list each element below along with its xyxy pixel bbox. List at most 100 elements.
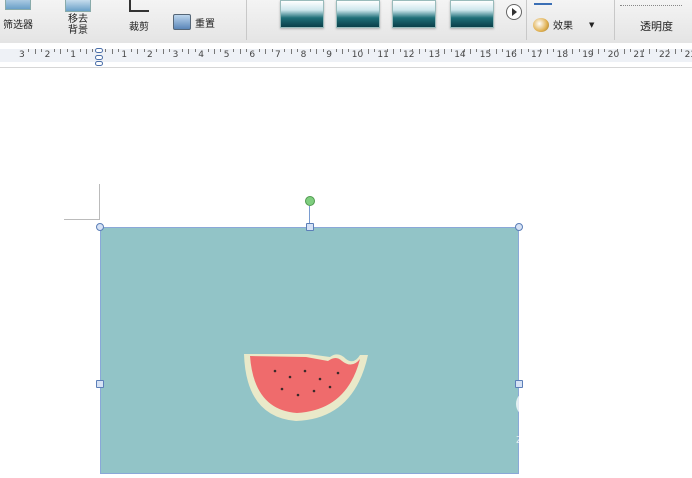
ruler-tick <box>463 49 465 52</box>
ruler-tick <box>566 49 567 52</box>
ruler-number: 3 <box>19 50 25 60</box>
transparency-slider[interactable] <box>620 5 682 7</box>
crop-icon <box>129 0 149 12</box>
reset-label: 重置 <box>195 18 215 30</box>
ruler-number: 2 <box>44 50 51 60</box>
ruler-number: 2 <box>147 50 153 60</box>
remove-background-button[interactable]: 移去 背景 <box>60 0 96 36</box>
ruler-tick <box>297 49 299 52</box>
chevron-down-icon: ▼ <box>589 20 595 29</box>
ruler-tick <box>233 49 235 52</box>
ruler-tick <box>28 49 30 52</box>
ruler-tick <box>60 49 62 54</box>
ruler-tick <box>182 49 183 52</box>
effects-icon <box>533 17 549 32</box>
crop-label: 裁剪 <box>129 22 149 33</box>
ruler-tick <box>470 49 471 54</box>
ruler-tick <box>553 49 555 52</box>
ruler-number: 5 <box>223 50 230 60</box>
ruler-tick <box>412 49 414 52</box>
ruler-tick <box>495 49 497 54</box>
ribbon-divider <box>526 0 527 40</box>
ruler-tick <box>527 49 529 52</box>
filter-button[interactable]: 筛选器 <box>0 0 36 31</box>
indent-marker[interactable] <box>95 48 103 68</box>
ruler-tick <box>220 49 222 52</box>
ruler-tick <box>271 49 273 52</box>
picture-style-3[interactable] <box>392 0 436 28</box>
ruler-tick <box>214 49 215 54</box>
ruler-tick <box>265 49 267 54</box>
ruler-number: 23 <box>684 50 692 60</box>
resize-handle-right[interactable] <box>515 380 523 388</box>
ruler-tick <box>514 49 516 52</box>
picture-style-4[interactable] <box>450 0 494 28</box>
resize-handle-left[interactable] <box>96 380 104 388</box>
resize-handle-top-left[interactable] <box>96 223 104 231</box>
ruler-tick <box>258 49 260 52</box>
picture-format-ribbon: 筛选器 移去 背景 裁剪 重置 效果 ▼ 透明度 <box>0 0 692 44</box>
crop-button[interactable]: 裁剪 <box>118 0 160 33</box>
ruler-tick <box>617 49 619 52</box>
margin-guide-horizontal <box>64 219 100 220</box>
watermelon-slice-illustration <box>244 354 368 421</box>
ruler-tick <box>246 49 247 52</box>
border-line-icon <box>534 3 552 5</box>
horizontal-ruler: 3211234567891011121314151617181920212223 <box>0 43 692 68</box>
ruler-tick <box>655 49 657 52</box>
ruler-tick <box>188 49 190 54</box>
effects-button[interactable]: 效果 ▼ <box>533 17 594 32</box>
effects-label: 效果 <box>553 21 573 32</box>
ruler-tick <box>418 49 420 54</box>
ruler-tick <box>310 49 311 52</box>
picture-style-2[interactable] <box>336 0 380 28</box>
ruler-tick <box>386 49 388 52</box>
margin-guide-vertical <box>99 184 100 219</box>
ruler-tick <box>591 49 593 52</box>
ruler-tick <box>425 49 427 52</box>
ruler-tick <box>342 49 343 54</box>
ruler-tick <box>399 49 401 52</box>
ruler-tick <box>130 49 132 52</box>
ruler-tick <box>66 49 68 52</box>
ruler-tick <box>598 49 599 54</box>
watermark-brand: S 搜狗指南 <box>516 388 632 420</box>
ruler-number: 4 <box>198 50 204 60</box>
ruler-tick <box>92 49 94 52</box>
remove-bg-label-2: 背景 <box>68 25 88 36</box>
resize-handle-top-right[interactable] <box>515 223 523 231</box>
ruler-tick <box>290 49 292 54</box>
ruler-tick <box>41 49 43 52</box>
picture-style-1[interactable] <box>280 0 324 28</box>
ruler-tick <box>681 49 683 52</box>
ruler-number: 1 <box>70 50 76 60</box>
resize-handle-top[interactable] <box>306 223 314 231</box>
reset-icon <box>173 14 191 30</box>
ruler-tick <box>34 49 36 54</box>
watermark-text: 搜狗指南 <box>544 394 633 419</box>
remove-bg-label-1: 移去 <box>68 14 88 25</box>
reset-button[interactable]: 重置 <box>173 14 215 30</box>
filter-label: 筛选器 <box>3 20 33 31</box>
ruler-tick <box>502 49 503 52</box>
ruler-tick <box>578 49 580 52</box>
rotate-handle[interactable] <box>305 196 315 206</box>
ribbon-divider <box>246 0 247 40</box>
watermelon-picture[interactable] <box>100 227 519 474</box>
ruler-tick <box>86 49 87 54</box>
ruler-tick <box>668 49 670 52</box>
ruler-tick <box>438 49 439 52</box>
sogou-logo-icon: S <box>516 391 542 417</box>
ribbon-divider <box>614 0 615 40</box>
play-circle-icon[interactable] <box>506 4 522 20</box>
ruler-tick <box>674 49 676 54</box>
ruler-number: 6 <box>249 50 256 60</box>
ruler-tick <box>239 49 241 54</box>
ruler-tick <box>572 49 574 54</box>
ruler-tick <box>361 49 363 52</box>
ruler-tick <box>335 49 337 52</box>
ruler-tick <box>162 49 164 54</box>
ruler-tick <box>444 49 446 54</box>
ruler-tick <box>521 49 523 54</box>
ruler-tick <box>476 49 478 52</box>
